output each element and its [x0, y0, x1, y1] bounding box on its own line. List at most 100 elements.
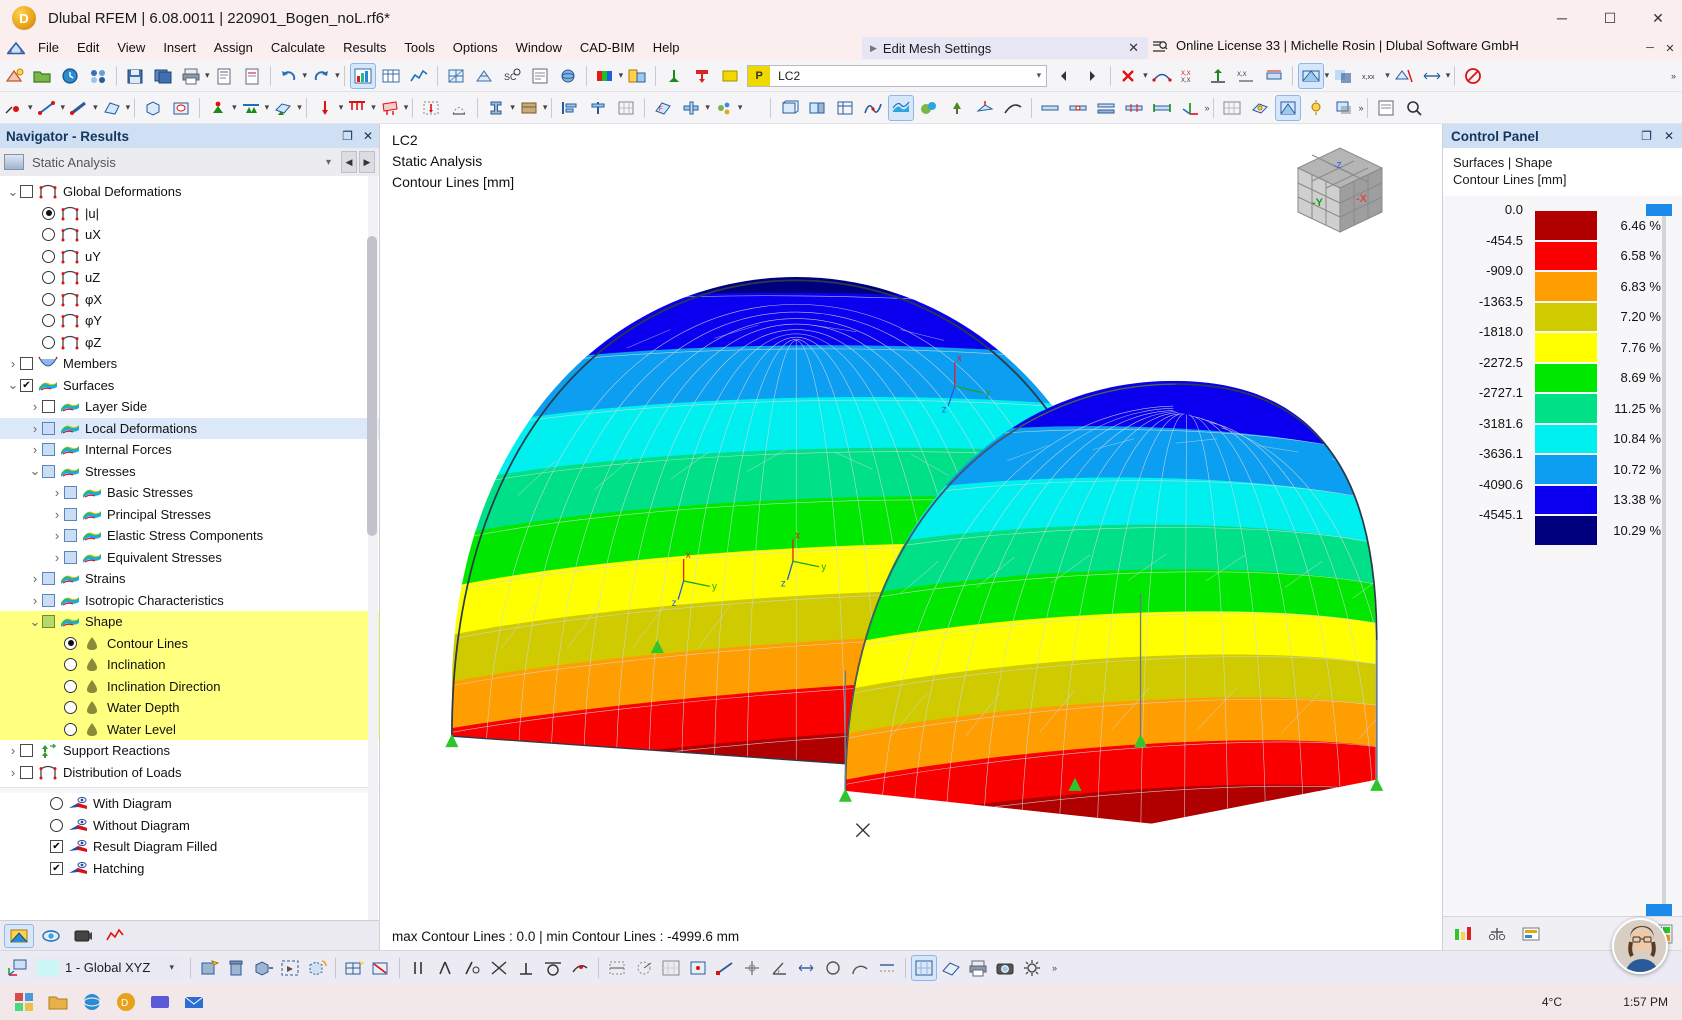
align-center-icon[interactable]	[585, 95, 611, 121]
next-load-case-button[interactable]	[1079, 63, 1105, 89]
snap-center-icon[interactable]	[459, 955, 485, 981]
checkbox[interactable]	[42, 400, 55, 413]
structure-icon[interactable]	[3, 38, 29, 58]
render-quality-icon[interactable]	[1275, 95, 1301, 121]
open-model-icon[interactable]	[29, 63, 55, 89]
radio-button[interactable]	[64, 658, 77, 671]
member-results-icon[interactable]	[1261, 63, 1287, 89]
tree-item-uy[interactable]: uY	[0, 246, 379, 268]
line-load-icon[interactable]	[344, 95, 370, 121]
snap-nearest-icon[interactable]	[567, 955, 593, 981]
support-reactions-icon[interactable]	[1205, 63, 1231, 89]
show-end-modifications-icon[interactable]	[1149, 95, 1175, 121]
surface-support-dropdown-icon[interactable]: ▾	[297, 102, 302, 113]
checkbox[interactable]	[64, 529, 77, 542]
grid-snap-icon[interactable]	[613, 95, 639, 121]
navigator-scrollbar[interactable]	[368, 176, 378, 920]
tree-item--z[interactable]: φZ	[0, 332, 379, 354]
taskbar-weather[interactable]: 4°C	[1542, 995, 1562, 1009]
rotate-objects-icon[interactable]	[304, 955, 330, 981]
rib-dropdown-icon[interactable]: ▾	[705, 102, 710, 113]
chevron-down-icon[interactable]: ▾	[169, 962, 174, 973]
menu-edit[interactable]: Edit	[68, 37, 108, 59]
surface-load-dropdown-icon[interactable]: ▾	[404, 102, 409, 113]
result-tables-icon[interactable]	[378, 63, 404, 89]
local-axes-icon[interactable]	[1177, 95, 1203, 121]
menu-view[interactable]: View	[108, 37, 154, 59]
radio-button[interactable]	[64, 680, 77, 693]
navigator-scroll-thumb[interactable]	[367, 236, 377, 536]
tree-item-stresses[interactable]: ⌄Stresses	[0, 461, 379, 483]
render-icon[interactable]	[555, 63, 581, 89]
menu-results[interactable]: Results	[334, 37, 395, 59]
transparency-icon[interactable]	[1330, 63, 1356, 89]
chevron-right-icon[interactable]: ›	[28, 593, 42, 608]
doc-close-button[interactable]: ✕	[1661, 38, 1679, 58]
taskbar-clock[interactable]: 1:57 PM	[1623, 995, 1668, 1009]
chevron-right-icon[interactable]: ›	[6, 765, 20, 780]
coordinate-system-icon[interactable]	[4, 955, 30, 981]
result-values-icon[interactable]: X,XX,X	[1177, 63, 1203, 89]
nodal-support-icon[interactable]	[205, 95, 231, 121]
checkbox[interactable]	[20, 185, 33, 198]
menu-help[interactable]: Help	[644, 37, 689, 59]
option-result-diagram-filled[interactable]: ✔Result Diagram Filled	[0, 836, 379, 858]
radio-button[interactable]	[42, 207, 55, 220]
menu-calculate[interactable]: Calculate	[262, 37, 334, 59]
camera-icon[interactable]	[992, 955, 1018, 981]
chevron-right-icon[interactable]: ›	[50, 485, 64, 500]
chevron-right-icon[interactable]: ›	[50, 507, 64, 522]
chevron-down-icon[interactable]: ⌄	[28, 468, 42, 474]
more-tools-dropdown-icon[interactable]: ▾	[738, 102, 743, 113]
show-hinges-icon[interactable]	[1065, 95, 1091, 121]
line-load-dropdown-icon[interactable]: ▾	[371, 102, 376, 113]
result-labels-dropdown-icon[interactable]: ▾	[1385, 70, 1390, 81]
checkbox[interactable]	[64, 551, 77, 564]
legend-color-swatch[interactable]	[1535, 425, 1597, 454]
radio-button[interactable]	[64, 637, 77, 650]
chevron-right-icon[interactable]: ›	[28, 421, 42, 436]
grid-display-icon[interactable]	[1219, 95, 1245, 121]
chevron-right-icon[interactable]: ›	[6, 356, 20, 371]
chevron-right-icon[interactable]: ›	[28, 399, 42, 414]
tree-item-shape[interactable]: ⌄Shape	[0, 611, 379, 633]
section-properties-icon[interactable]	[483, 95, 509, 121]
shadow-icon[interactable]	[1331, 95, 1357, 121]
color-display-dropdown-icon[interactable]: ▾	[619, 70, 624, 81]
radio-button[interactable]	[64, 701, 77, 714]
print-dropdown-icon[interactable]: ▾	[205, 70, 210, 81]
delete-results-icon[interactable]	[1116, 63, 1142, 89]
legend-filter-icon[interactable]	[1517, 922, 1545, 946]
tree-item-support-reactions[interactable]: ›Support Reactions	[0, 740, 379, 762]
print-view-icon[interactable]	[1373, 95, 1399, 121]
member-dropdown-icon[interactable]: ▾	[93, 102, 98, 113]
radio-button[interactable]	[42, 271, 55, 284]
zoom-view-icon[interactable]	[1401, 95, 1427, 121]
chevron-right-icon[interactable]: ›	[28, 442, 42, 457]
legend-color-swatch[interactable]	[1535, 242, 1597, 271]
color-scale-legend[interactable]: 0.06.46 %-454.56.58 %-909.06.83 %-1363.5…	[1443, 196, 1682, 916]
navigator-tab-results-icon[interactable]	[4, 924, 34, 948]
navigator-tab-print-icon[interactable]	[100, 924, 130, 948]
calculation-icon[interactable]	[527, 63, 553, 89]
new-line-icon[interactable]	[34, 95, 60, 121]
toolbar-overflow-3[interactable]: »	[1358, 103, 1363, 113]
render-mode-dropdown-icon[interactable]: ▾	[1325, 70, 1330, 81]
result-diagram-icon[interactable]	[406, 63, 432, 89]
radio-button[interactable]	[64, 723, 77, 736]
surface-load-icon[interactable]	[377, 95, 403, 121]
snap-endpoint-icon[interactable]	[405, 955, 431, 981]
cross-snap-icon[interactable]	[739, 955, 765, 981]
polar-mode-icon[interactable]	[631, 955, 657, 981]
line-snap-icon[interactable]	[712, 955, 738, 981]
grid-visibility-icon[interactable]	[911, 955, 937, 981]
legend-color-swatch[interactable]	[1535, 394, 1597, 423]
show-eccentricity-icon[interactable]	[1093, 95, 1119, 121]
checkbox[interactable]: ✔	[50, 840, 63, 853]
align-left-icon[interactable]	[557, 95, 583, 121]
results-tree[interactable]: ⌄Global Deformations|u|uXuYuZφXφYφZ›Memb…	[0, 176, 379, 920]
chevron-down-icon[interactable]: ▾	[326, 157, 331, 168]
snap-intersection-icon[interactable]	[486, 955, 512, 981]
legend-color-swatch[interactable]	[1535, 303, 1597, 332]
new-model-icon[interactable]	[1, 63, 27, 89]
